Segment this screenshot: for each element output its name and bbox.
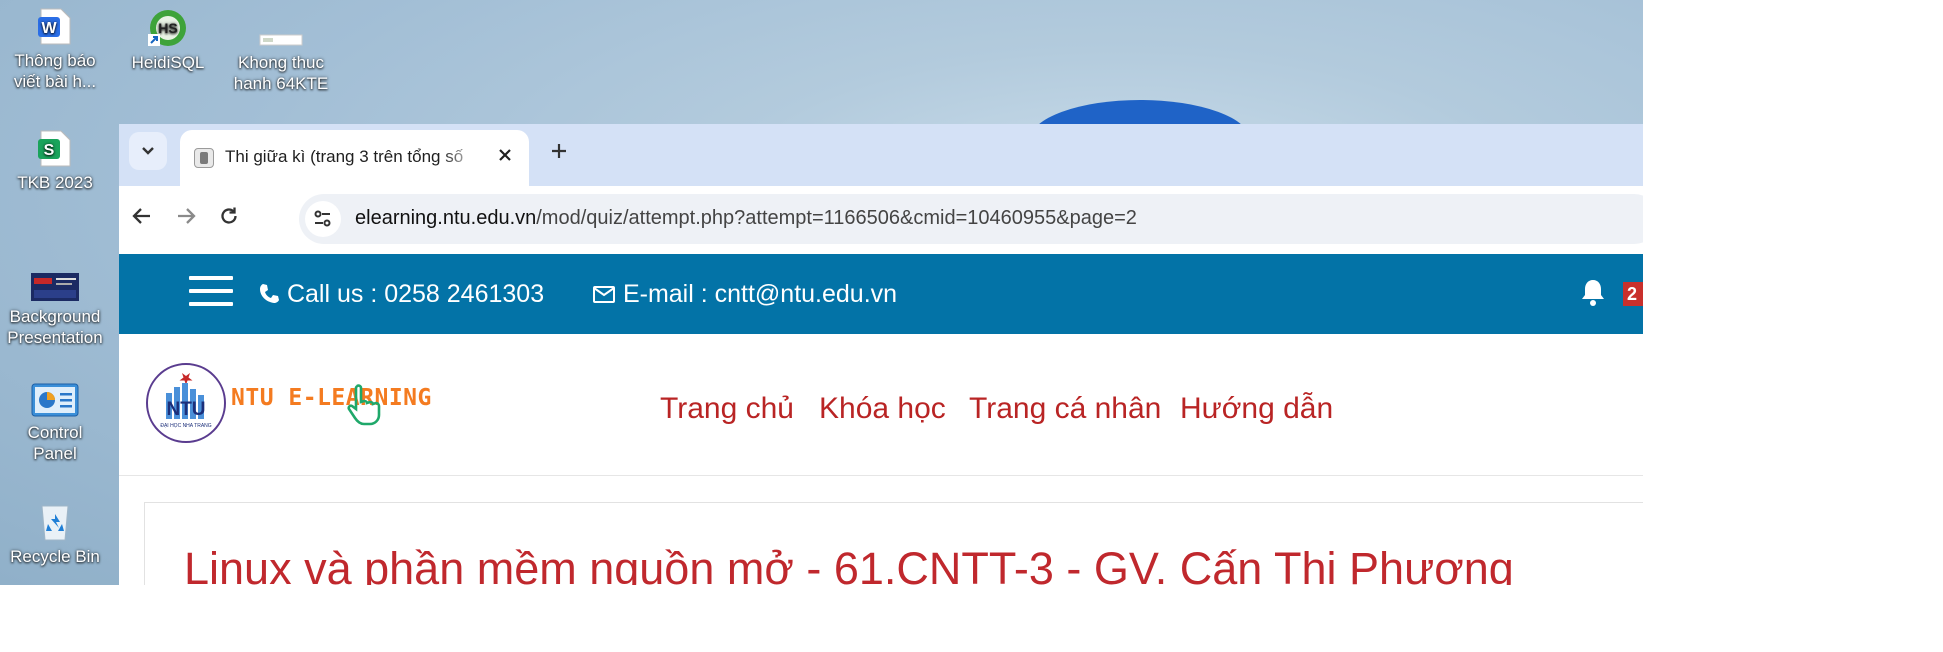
university-seal-icon: NTU ĐẠI HỌC NHA TRANG [160,373,212,429]
desktop-icon-tkb-2023[interactable]: S TKB 2023 [5,130,105,193]
notifications-button[interactable] [1579,278,1607,308]
desktop-icon-label: Background Presentation [7,307,103,347]
plus-icon [552,144,566,158]
desktop-icon-khong-thuc-hanh[interactable]: Khong thuc hanh 64KTE [231,8,331,94]
envelope-icon [593,286,615,303]
course-title: Linux và phần mềm nguồn mở - 61.CNTT-3 -… [184,543,1514,585]
reload-button[interactable] [209,199,249,239]
desktop-icon-label: Recycle Bin [10,547,100,566]
tab-active[interactable]: Thi giữa kì (trang 3 trên tổng số [180,130,529,186]
browser-toolbar: elearning.ntu.edu.vn/mod/quiz/attempt.ph… [119,186,1643,251]
svg-text:S: S [44,142,55,159]
desktop: W Thông báo viết bài h... HS HeidiSQL Kho… [0,0,1643,585]
svg-text:HS: HS [158,20,177,36]
tab-title: Thi giữa kì (trang 3 trên tổng số [225,147,464,166]
recycle-bin-icon [41,505,69,541]
site-topbar: Call us : 0258 2461303 E-mail : cntt@ntu… [119,254,1643,334]
site-info-button[interactable] [305,201,341,237]
desktop-icon-label: Thông báo viết bài h... [13,51,97,91]
desktop-icon-control-panel[interactable]: Control Panel [5,382,105,464]
forward-arrow-icon [178,208,196,224]
desktop-icon-thong-bao[interactable]: W Thông báo viết bài h... [5,8,105,92]
nav-home[interactable]: Trang chủ [660,392,794,426]
svg-text:W: W [41,20,57,37]
desktop-icon-background-presentation[interactable]: Background Presentation [5,272,105,348]
phone-icon [260,284,279,303]
menu-toggle-button[interactable] [189,276,233,308]
desktop-icon-label: Khong thuc hanh 64KTE [233,53,329,93]
site-navbar: NTU ĐẠI HỌC NHA TRANG NTU E-LEARNING Tra… [119,334,1643,476]
desktop-icon-heidisql[interactable]: HS HeidiSQL [118,8,218,73]
site-logo-text[interactable]: NTU E-LEARNING [231,385,432,411]
notification-count-badge: 2 [1623,282,1643,306]
desktop-icon-label: Control Panel [27,423,83,463]
desktop-icon-label: HeidiSQL [131,53,205,72]
svg-text:ĐẠI HỌC NHA TRANG: ĐẠI HỌC NHA TRANG [160,423,211,429]
back-arrow-icon [132,208,150,224]
back-button[interactable] [122,199,162,239]
address-bar[interactable]: elearning.ntu.edu.vn/mod/quiz/attempt.ph… [299,194,1643,244]
nav-profile[interactable]: Trang cá nhân [969,392,1161,426]
nav-courses[interactable]: Khóa học [819,392,946,426]
tab-close-button[interactable] [492,143,518,169]
url-text: elearning.ntu.edu.vn/mod/quiz/attempt.ph… [355,207,1137,229]
tab-favicon-icon [194,148,214,168]
phone-contact: Call us : 0258 2461303 [258,280,544,309]
forward-button[interactable] [166,199,206,239]
chevron-down-icon [142,147,154,155]
nav-guide[interactable]: Hướng dẫn [1180,392,1333,426]
heidisql-icon: HS [148,10,186,46]
desktop-icon-recycle-bin[interactable]: Recycle Bin [5,500,105,567]
tab-search-button[interactable] [129,132,167,170]
course-header-card: Linux và phần mềm nguồn mở - 61.CNTT-3 -… [144,502,1643,585]
presentation-thumbnail-icon [31,273,79,301]
control-panel-icon [31,383,79,417]
browser-window: Thi giữa kì (trang 3 trên tổng số elearn… [119,124,1643,585]
bell-icon [1582,280,1604,306]
tune-icon [314,210,331,227]
new-tab-button[interactable] [539,134,579,168]
wps-writer-doc-icon: W [38,8,71,45]
email-contact: E-mail : cntt@ntu.edu.vn [592,280,897,309]
image-file-icon [259,34,303,46]
reload-icon [221,207,237,224]
hand-pointer-icon [347,384,381,426]
close-icon [499,149,511,161]
ntu-logo[interactable]: NTU ĐẠI HỌC NHA TRANG [146,363,226,443]
tab-strip: Thi giữa kì (trang 3 trên tổng số [119,124,1643,186]
desktop-icon-label: TKB 2023 [17,173,93,192]
svg-text:NTU: NTU [166,399,205,420]
wps-spreadsheet-icon: S [38,130,71,167]
